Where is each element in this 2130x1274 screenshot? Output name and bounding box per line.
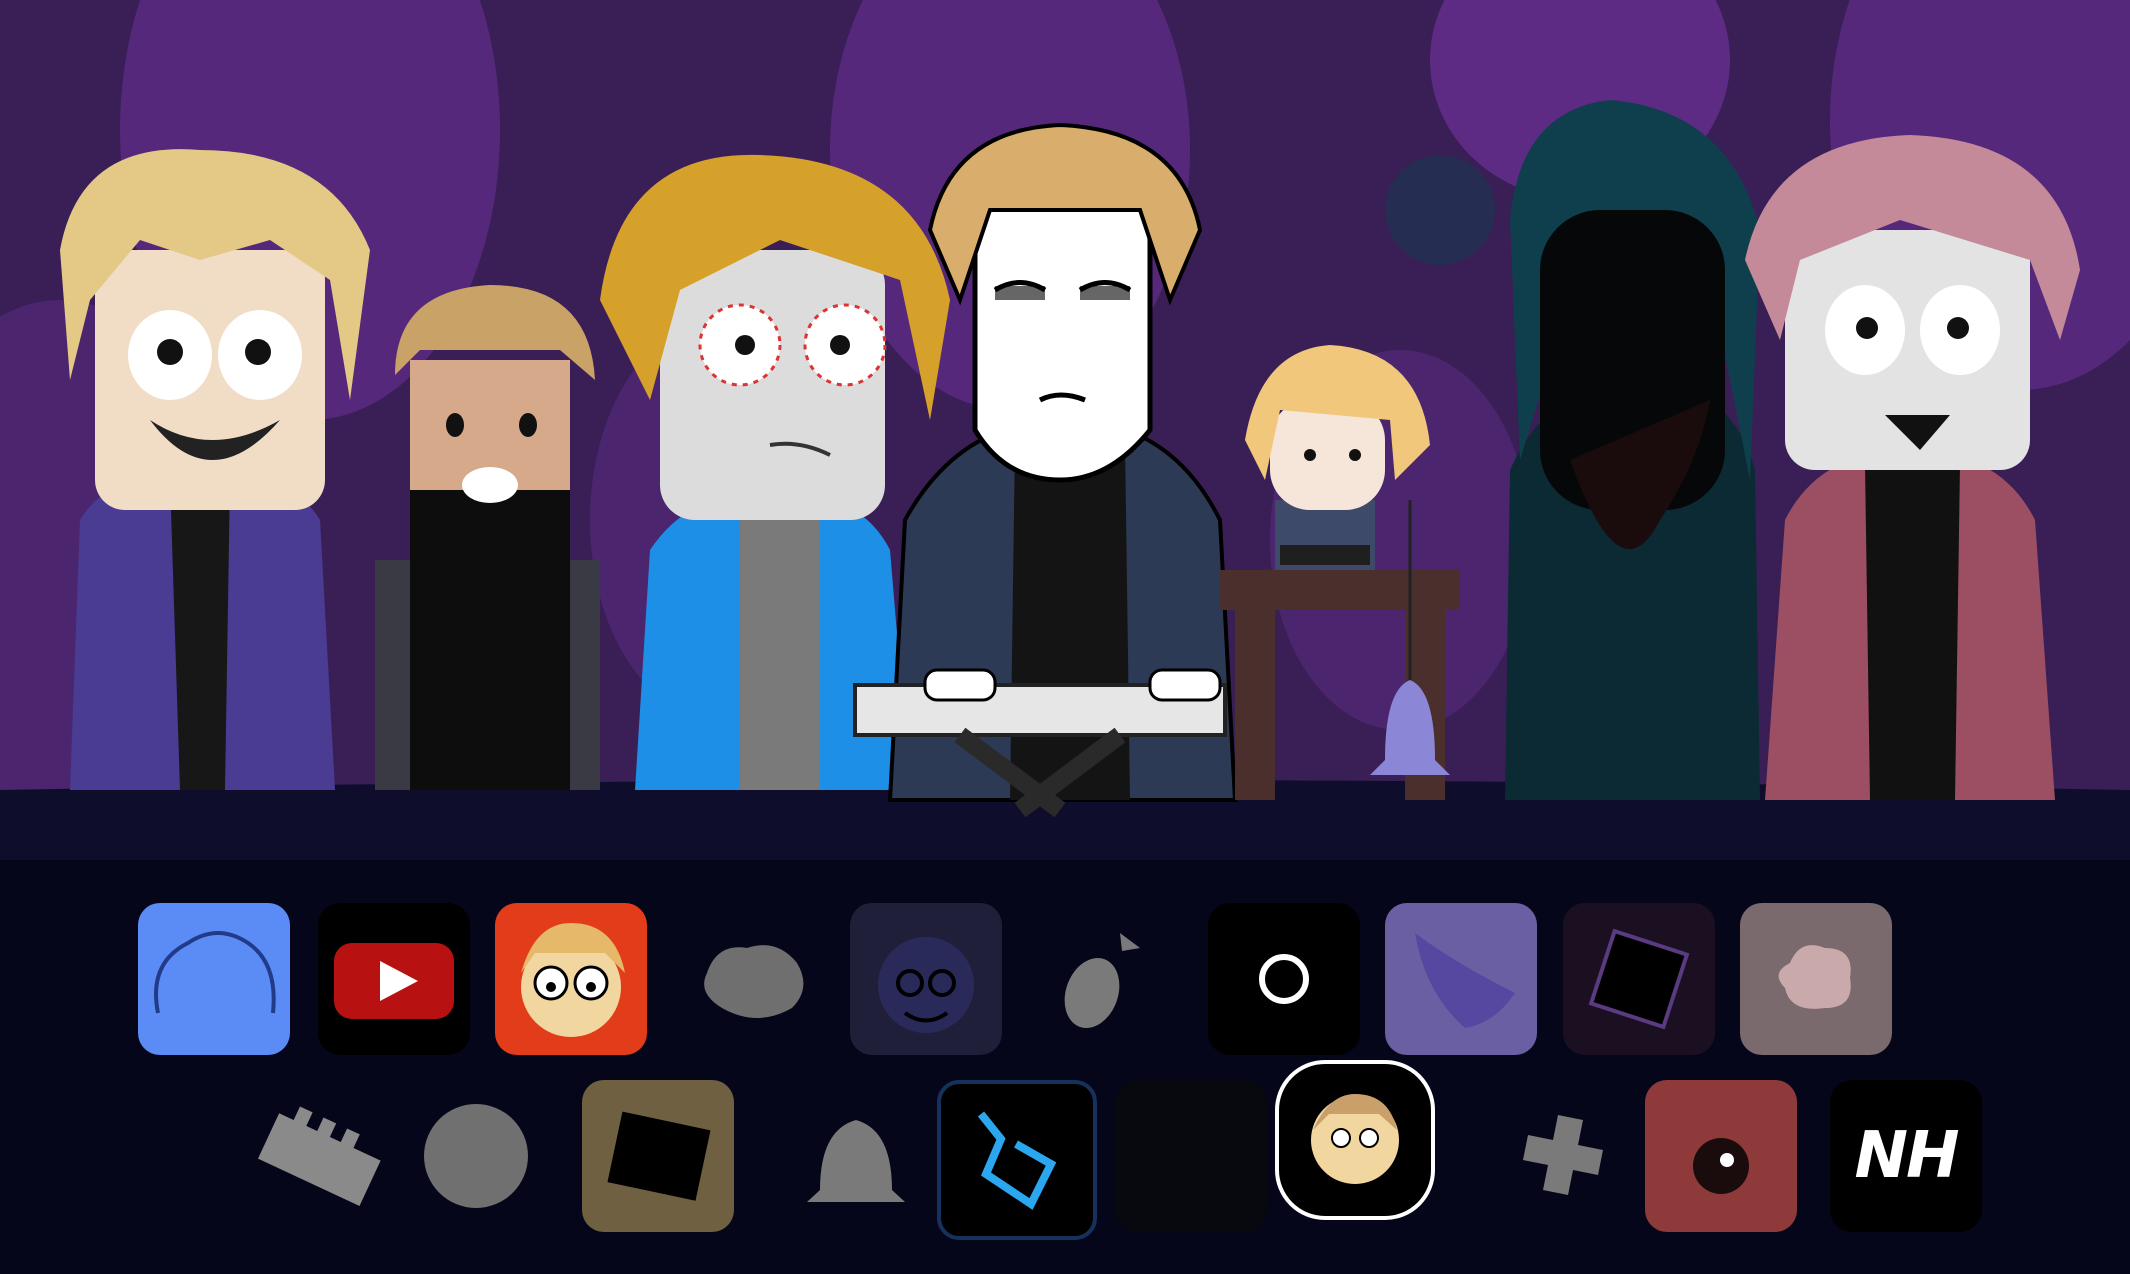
bell-sound-icon[interactable] xyxy=(780,1080,932,1232)
circle-sound-icon[interactable] xyxy=(1208,903,1360,1055)
youtube-play-sound-icon[interactable] xyxy=(318,903,470,1055)
cartoon-face-sound-icon[interactable] xyxy=(495,903,647,1055)
pink-blob-sound-icon[interactable] xyxy=(1740,903,1892,1055)
nh-logo-text: NH xyxy=(1854,1119,1959,1193)
tilted-square-sound-icon[interactable] xyxy=(582,1080,734,1232)
blonde-purple-coat-character[interactable] xyxy=(60,149,370,790)
piano-keys-sound-icon[interactable] xyxy=(245,1080,397,1232)
purple-shape-sound-icon[interactable] xyxy=(1385,903,1537,1055)
seed-sound-icon[interactable] xyxy=(1030,903,1182,1055)
spiky-ball-sound-icon[interactable] xyxy=(400,1080,552,1232)
game-stage: NH xyxy=(0,0,2130,1274)
nh-logo-sound-icon[interactable]: NH xyxy=(1830,1080,1982,1232)
portrait-frame-sound-icon[interactable] xyxy=(1275,1060,1435,1220)
red-skull-sound-icon[interactable] xyxy=(1645,1080,1797,1232)
empty-sound-icon[interactable] xyxy=(1115,1080,1267,1232)
cross-sound-icon[interactable] xyxy=(1488,1080,1640,1232)
gray-bush-sound-icon[interactable] xyxy=(677,903,829,1055)
dark-square-sound-icon[interactable] xyxy=(1563,903,1715,1055)
blue-hair-sound-icon[interactable] xyxy=(138,903,290,1055)
dark-face-sound-icon[interactable] xyxy=(850,903,1002,1055)
blue-scribble-sound-icon[interactable] xyxy=(937,1080,1097,1240)
